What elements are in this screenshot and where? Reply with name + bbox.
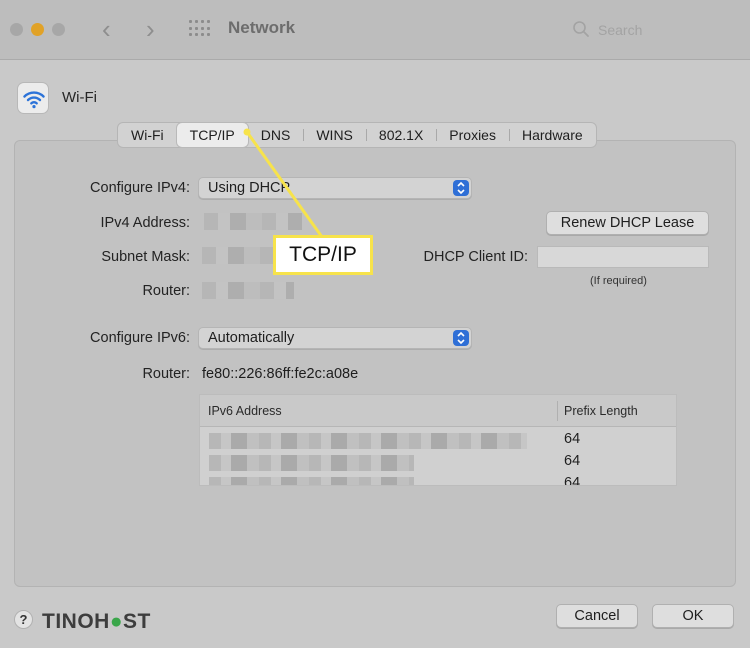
logo-globe-icon: ●: [109, 610, 124, 633]
help-button[interactable]: ?: [14, 610, 33, 629]
cancel-button[interactable]: Cancel: [556, 604, 638, 628]
watermark-logo: TINOH●ST: [42, 610, 151, 634]
logo-part-2: H: [94, 610, 110, 633]
logo-part-3: ST: [123, 610, 151, 633]
callout-pointer: [243, 128, 324, 238]
ok-button[interactable]: OK: [652, 604, 734, 628]
annotation-callout: TCP/IP: [273, 235, 373, 275]
logo-part-1: TINO: [42, 610, 95, 633]
